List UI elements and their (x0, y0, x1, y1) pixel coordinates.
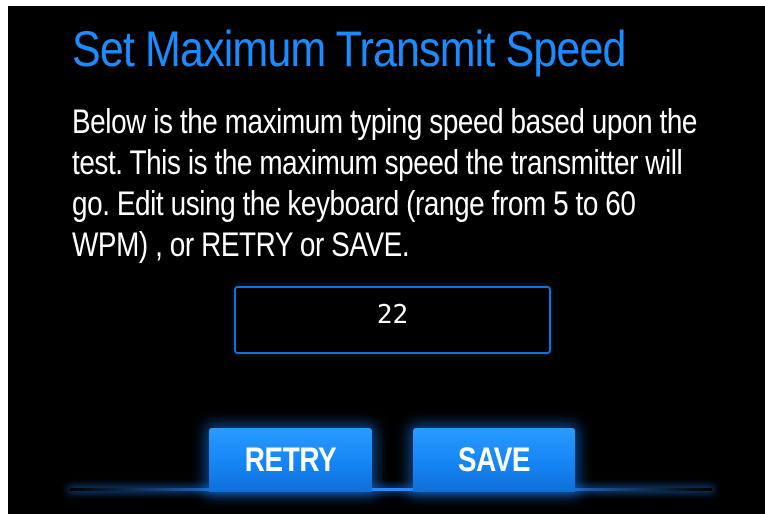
retry-button[interactable]: RETRY (209, 428, 372, 492)
transmit-speed-screen: Set Maximum Transmit Speed Below is the … (8, 6, 765, 514)
save-button-label: SAVE (457, 441, 531, 479)
retry-button-label: RETRY (244, 441, 337, 479)
max-speed-input[interactable]: 22 (234, 286, 551, 354)
page-title: Set Maximum Transmit Speed (72, 21, 626, 77)
max-speed-value: 22 (376, 300, 409, 330)
save-button[interactable]: SAVE (413, 428, 575, 492)
instructions-text: Below is the maximum typing speed based … (72, 103, 698, 264)
glow-divider (70, 488, 712, 491)
